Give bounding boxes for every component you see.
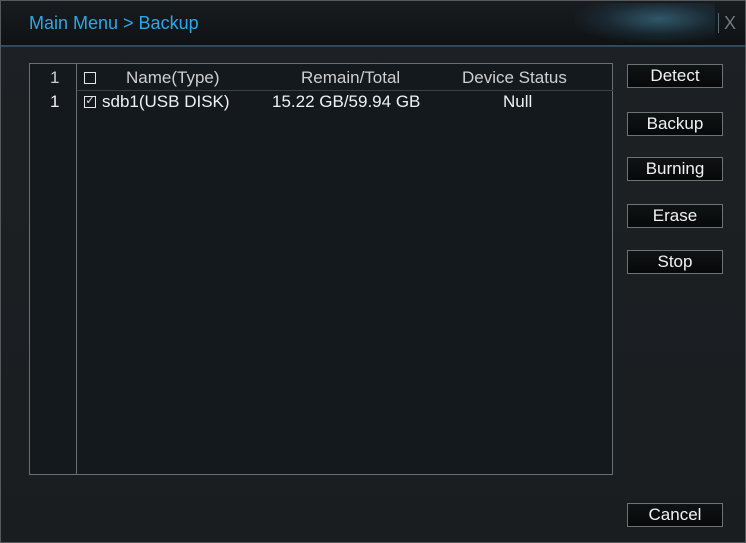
index-column-divider — [76, 64, 77, 474]
table-header: 1 Name(Type) Remain/Total Device Status — [30, 66, 612, 92]
burning-button[interactable]: Burning — [627, 157, 723, 181]
select-all-checkbox-icon[interactable] — [84, 72, 96, 84]
device-table: 1 Name(Type) Remain/Total Device Status … — [29, 63, 613, 475]
device-status: Null — [503, 92, 533, 111]
window-title: Main Menu > Backup — [29, 13, 199, 33]
row-index: 1 — [50, 92, 60, 111]
header-index: 1 — [50, 68, 60, 87]
device-remain-total: 15.22 GB/59.94 GB — [272, 92, 421, 111]
stop-button[interactable]: Stop — [627, 250, 723, 274]
close-icon[interactable]: X — [721, 11, 739, 35]
title-bar: Main Menu > Backup X — [1, 1, 745, 47]
detect-button[interactable]: Detect — [627, 64, 723, 88]
header-remain-total: Remain/Total — [301, 68, 401, 87]
backup-button[interactable]: Backup — [627, 112, 723, 136]
device-name: sdb1(USB DISK) — [102, 92, 230, 111]
close-separator — [718, 13, 719, 33]
header-device-status: Device Status — [462, 68, 567, 87]
header-name-type: Name(Type) — [126, 68, 220, 87]
erase-button[interactable]: Erase — [627, 204, 723, 228]
cancel-button[interactable]: Cancel — [627, 503, 723, 527]
backup-window: Main Menu > Backup X 1 Name(Type) Remain… — [0, 0, 746, 543]
title-glow — [575, 3, 715, 43]
table-row[interactable]: 1 ✓ sdb1(USB DISK) 15.22 GB/59.94 GB Nul… — [30, 90, 612, 116]
row-checkbox-checked-icon[interactable]: ✓ — [84, 96, 96, 108]
